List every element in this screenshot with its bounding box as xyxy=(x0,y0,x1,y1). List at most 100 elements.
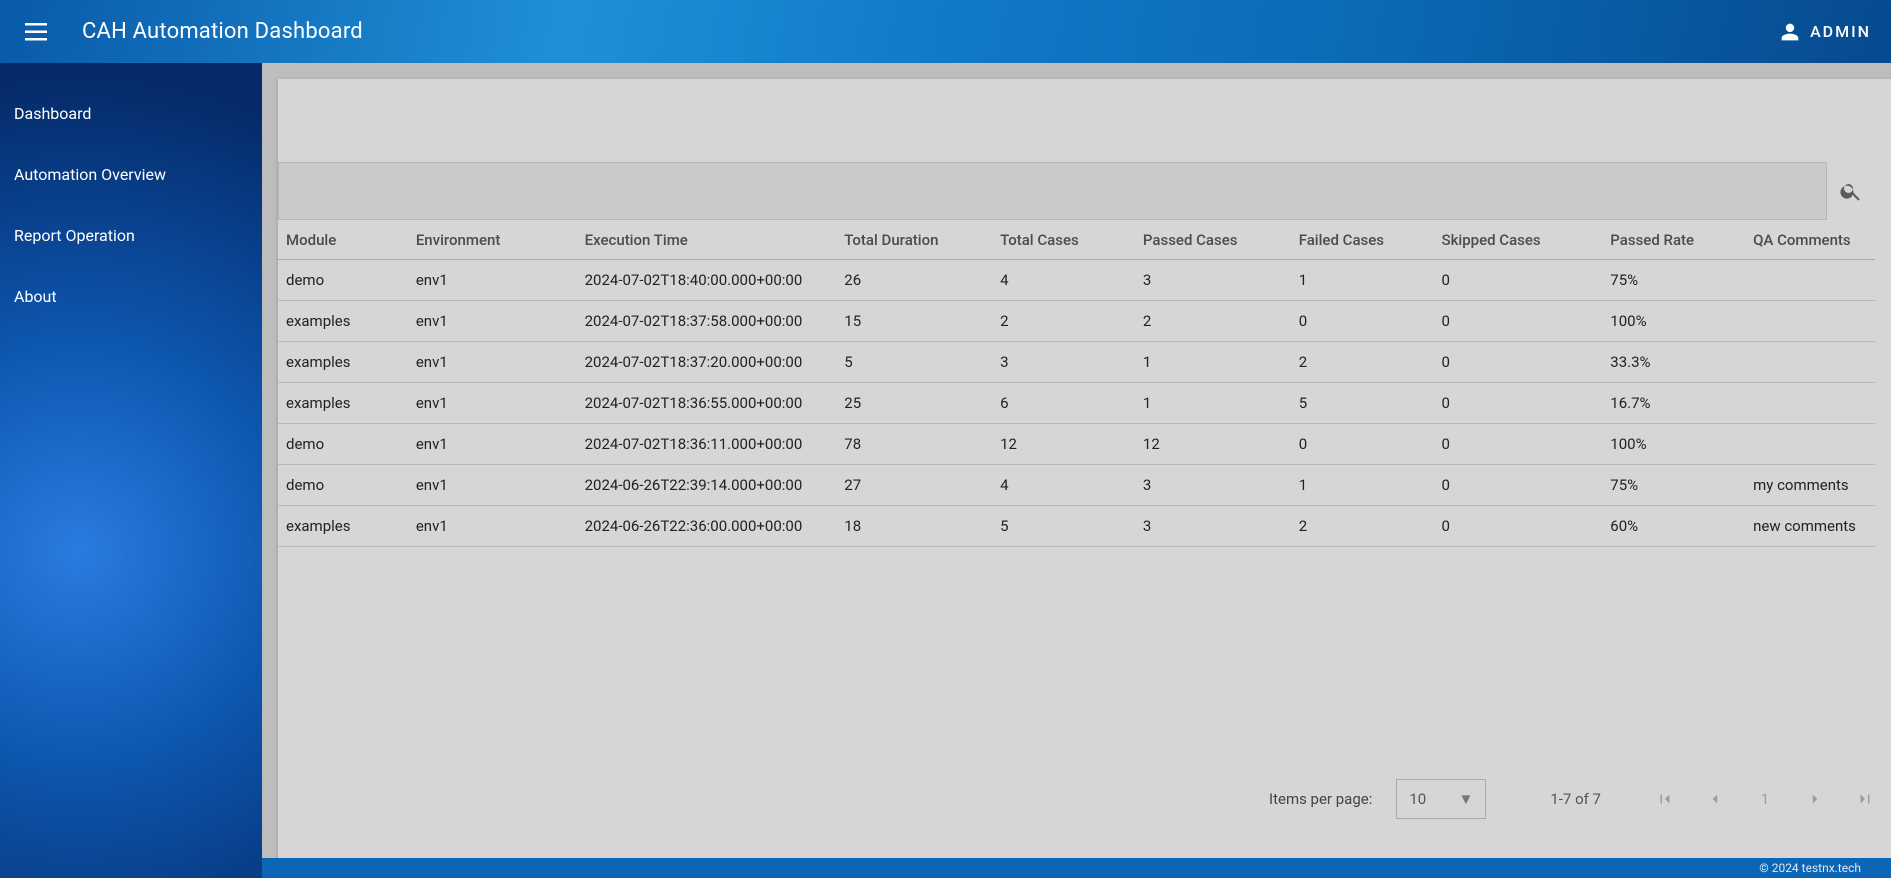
col-qa-comments[interactable]: QA Comments xyxy=(1745,221,1875,260)
cell-execution-time: 2024-07-02T18:37:20.000+00:00 xyxy=(577,342,837,383)
cell-execution-time: 2024-06-26T22:39:14.000+00:00 xyxy=(577,465,837,506)
first-page-button[interactable] xyxy=(1655,789,1675,809)
cell-total-cases: 4 xyxy=(992,260,1135,301)
cell-total-cases: 2 xyxy=(992,301,1135,342)
cell-failed-cases: 1 xyxy=(1291,465,1434,506)
col-total-cases[interactable]: Total Cases xyxy=(992,221,1135,260)
col-failed-cases[interactable]: Failed Cases xyxy=(1291,221,1434,260)
cell-module: examples xyxy=(278,301,408,342)
col-environment[interactable]: Environment xyxy=(408,221,577,260)
col-skipped-cases[interactable]: Skipped Cases xyxy=(1434,221,1603,260)
table-row[interactable]: examplesenv12024-07-02T18:36:55.000+00:0… xyxy=(278,383,1875,424)
table-row[interactable]: examplesenv12024-07-02T18:37:20.000+00:0… xyxy=(278,342,1875,383)
sidebar-item-about[interactable]: About xyxy=(0,266,262,327)
page-size-select[interactable]: 10 ▼ xyxy=(1396,779,1486,819)
cell-passed-rate: 100% xyxy=(1602,424,1745,465)
cell-skipped-cases: 0 xyxy=(1434,342,1603,383)
sidebar-item-label: About xyxy=(14,287,57,306)
col-passed-rate[interactable]: Passed Rate xyxy=(1602,221,1745,260)
pagination: Items per page: 10 ▼ 1-7 of 7 1 xyxy=(1269,771,1875,827)
cell-environment: env1 xyxy=(408,383,577,424)
cell-module: demo xyxy=(278,465,408,506)
cell-execution-time: 2024-06-26T22:36:00.000+00:00 xyxy=(577,506,837,547)
cell-passed-rate: 33.3% xyxy=(1602,342,1745,383)
col-total-duration[interactable]: Total Duration xyxy=(836,221,992,260)
cell-failed-cases: 0 xyxy=(1291,301,1434,342)
table-row[interactable]: examplesenv12024-06-26T22:36:00.000+00:0… xyxy=(278,506,1875,547)
cell-module: examples xyxy=(278,383,408,424)
search-input[interactable] xyxy=(278,162,1827,220)
sidebar-item-label: Report Operation xyxy=(14,226,135,245)
cell-passed-rate: 75% xyxy=(1602,465,1745,506)
cell-environment: env1 xyxy=(408,301,577,342)
cell-qa-comments: my comments xyxy=(1745,465,1875,506)
menu-button[interactable] xyxy=(20,16,52,48)
table-row[interactable]: demoenv12024-07-02T18:36:11.000+00:00781… xyxy=(278,424,1875,465)
cell-failed-cases: 0 xyxy=(1291,424,1434,465)
cell-total-duration: 25 xyxy=(836,383,992,424)
app-title: CAH Automation Dashboard xyxy=(82,19,363,44)
main-content: Module Environment Execution Time Total … xyxy=(262,63,1891,878)
sidebar-item-report-operation[interactable]: Report Operation xyxy=(0,205,262,266)
table-row[interactable]: demoenv12024-06-26T22:39:14.000+00:00274… xyxy=(278,465,1875,506)
cell-total-duration: 15 xyxy=(836,301,992,342)
cell-module: demo xyxy=(278,424,408,465)
cell-environment: env1 xyxy=(408,342,577,383)
prev-page-button[interactable] xyxy=(1705,789,1725,809)
user-menu[interactable]: ADMIN xyxy=(1780,22,1871,42)
chevron-left-icon xyxy=(1706,790,1724,808)
person-icon xyxy=(1780,22,1800,42)
cell-failed-cases: 1 xyxy=(1291,260,1434,301)
cell-execution-time: 2024-07-02T18:37:58.000+00:00 xyxy=(577,301,837,342)
col-module[interactable]: Module xyxy=(278,221,408,260)
cell-failed-cases: 2 xyxy=(1291,506,1434,547)
cell-total-cases: 6 xyxy=(992,383,1135,424)
cell-skipped-cases: 0 xyxy=(1434,383,1603,424)
cell-passed-cases: 1 xyxy=(1135,342,1291,383)
cell-skipped-cases: 0 xyxy=(1434,506,1603,547)
cell-qa-comments xyxy=(1745,342,1875,383)
last-page-button[interactable] xyxy=(1855,789,1875,809)
cell-execution-time: 2024-07-02T18:36:11.000+00:00 xyxy=(577,424,837,465)
search-icon xyxy=(1839,179,1863,203)
table-header-row: Module Environment Execution Time Total … xyxy=(278,221,1875,260)
cell-qa-comments xyxy=(1745,260,1875,301)
cell-skipped-cases: 0 xyxy=(1434,301,1603,342)
cell-total-duration: 5 xyxy=(836,342,992,383)
sidebar-item-automation-overview[interactable]: Automation Overview xyxy=(0,144,262,205)
cell-passed-cases: 3 xyxy=(1135,465,1291,506)
cell-environment: env1 xyxy=(408,424,577,465)
col-passed-cases[interactable]: Passed Cases xyxy=(1135,221,1291,260)
content-card: Module Environment Execution Time Total … xyxy=(278,79,1891,862)
next-page-button[interactable] xyxy=(1805,789,1825,809)
cell-total-duration: 78 xyxy=(836,424,992,465)
page-size-value: 10 xyxy=(1409,790,1426,808)
cell-passed-cases: 12 xyxy=(1135,424,1291,465)
sidebar: Dashboard Automation Overview Report Ope… xyxy=(0,63,262,878)
cell-passed-cases: 1 xyxy=(1135,383,1291,424)
col-execution-time[interactable]: Execution Time xyxy=(577,221,837,260)
cell-qa-comments xyxy=(1745,301,1875,342)
search-row xyxy=(278,161,1875,221)
cell-passed-cases: 2 xyxy=(1135,301,1291,342)
cell-execution-time: 2024-07-02T18:36:55.000+00:00 xyxy=(577,383,837,424)
cell-passed-rate: 16.7% xyxy=(1602,383,1745,424)
cell-qa-comments xyxy=(1745,424,1875,465)
hamburger-icon xyxy=(25,23,47,41)
cell-passed-rate: 100% xyxy=(1602,301,1745,342)
chevron-right-icon xyxy=(1806,790,1824,808)
table-row[interactable]: demoenv12024-07-02T18:40:00.000+00:00264… xyxy=(278,260,1875,301)
sidebar-item-dashboard[interactable]: Dashboard xyxy=(0,83,262,144)
first-page-icon xyxy=(1656,790,1674,808)
table-row[interactable]: examplesenv12024-07-02T18:37:58.000+00:0… xyxy=(278,301,1875,342)
cell-passed-rate: 60% xyxy=(1602,506,1745,547)
cell-execution-time: 2024-07-02T18:40:00.000+00:00 xyxy=(577,260,837,301)
cell-total-cases: 12 xyxy=(992,424,1135,465)
cell-environment: env1 xyxy=(408,465,577,506)
cell-module: examples xyxy=(278,342,408,383)
sidebar-item-label: Dashboard xyxy=(14,104,91,123)
footer: © 2024 testnx.tech xyxy=(262,858,1891,878)
cell-skipped-cases: 0 xyxy=(1434,465,1603,506)
search-button[interactable] xyxy=(1827,162,1875,220)
footer-copyright: © 2024 testnx.tech xyxy=(1759,861,1861,875)
